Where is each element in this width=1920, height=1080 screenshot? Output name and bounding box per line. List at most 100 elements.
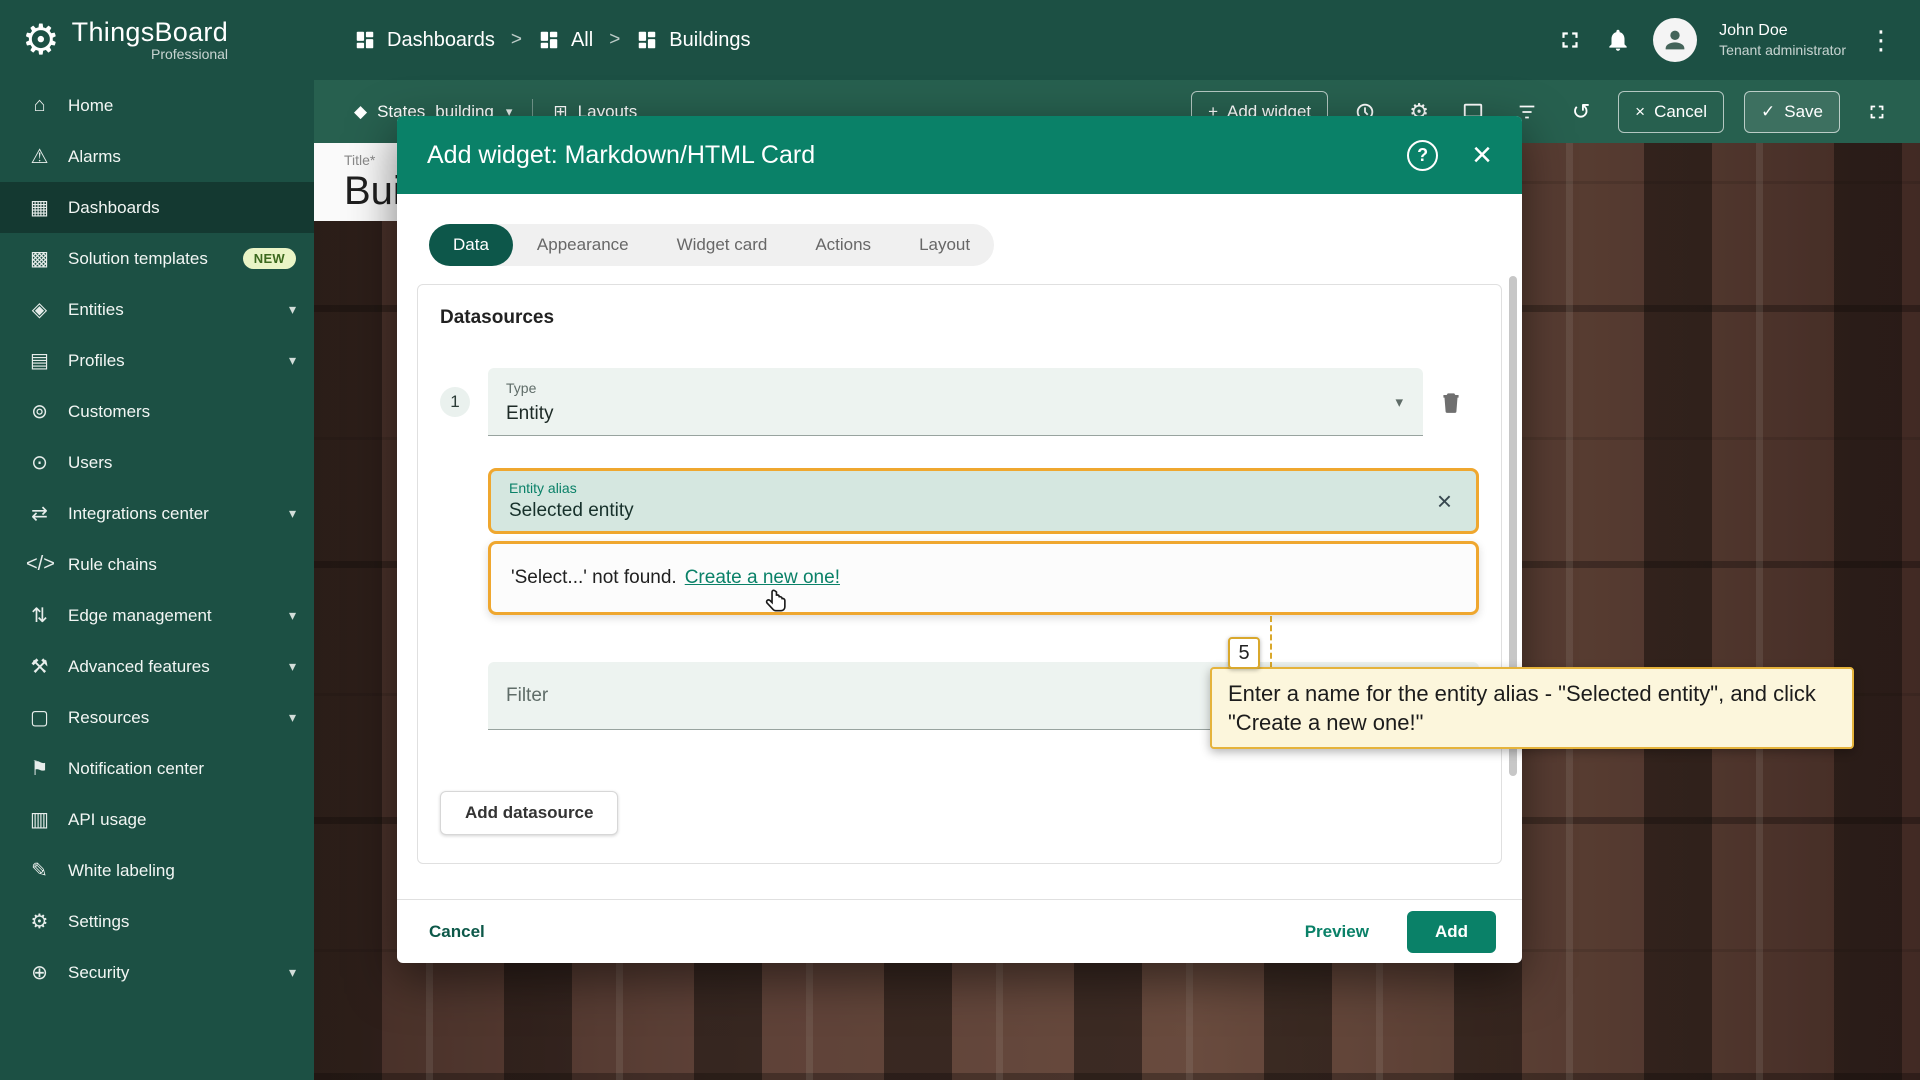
states-icon: ◆ xyxy=(354,102,367,122)
notifications-button[interactable] xyxy=(1605,27,1631,53)
filter-placeholder: Filter xyxy=(506,685,548,707)
sidebar-item-profiles[interactable]: ▤ Profiles ▾ xyxy=(0,335,314,386)
solution-templates-icon: ▩ xyxy=(26,246,53,271)
breadcrumb-buildings[interactable]: Buildings xyxy=(636,29,750,52)
tab-data[interactable]: Data xyxy=(429,224,513,266)
type-field-value: Entity xyxy=(506,403,1405,425)
dialog-tabs: Data Appearance Widget card Actions Layo… xyxy=(429,224,994,266)
help-icon: ? xyxy=(1417,145,1428,166)
close-icon: × xyxy=(1635,102,1645,122)
sidebar-item-label: Users xyxy=(68,453,296,473)
dialog-body: Data Appearance Widget card Actions Layo… xyxy=(397,194,1522,899)
sidebar-item-label: Solution templates xyxy=(68,249,228,269)
fullscreen-icon xyxy=(1557,27,1583,53)
user-avatar-icon xyxy=(1661,26,1689,54)
avatar[interactable] xyxy=(1653,18,1697,62)
sidebar-item-white-labeling[interactable]: ✎ White labeling xyxy=(0,845,314,896)
sidebar-item-security[interactable]: ⊕ Security ▾ xyxy=(0,947,314,998)
clear-alias-button[interactable]: × xyxy=(1431,487,1458,515)
entity-alias-value: Selected entity xyxy=(509,500,1458,522)
header-actions: John Doe Tenant administrator ⋮ xyxy=(1557,18,1894,62)
chevron-down-icon: ▾ xyxy=(289,658,296,675)
preview-button[interactable]: Preview xyxy=(1299,921,1375,943)
new-badge: NEW xyxy=(243,248,296,269)
delete-datasource-button[interactable] xyxy=(1423,388,1479,416)
sidebar-item-api-usage[interactable]: ▥ API usage xyxy=(0,794,314,845)
cancel-label: Cancel xyxy=(1654,102,1707,122)
sidebar-item-settings[interactable]: ⚙ Settings xyxy=(0,896,314,947)
brand-text: ThingsBoard Professional xyxy=(72,18,228,62)
sidebar-item-label: White labeling xyxy=(68,861,296,881)
thingsboard-logo[interactable]: ⚙ ThingsBoard Professional xyxy=(0,0,314,80)
sidebar-item-solution-templates[interactable]: ▩ Solution templates NEW xyxy=(0,233,314,284)
type-field-label: Type xyxy=(506,380,1405,396)
save-button[interactable]: ✓ Save xyxy=(1744,91,1840,133)
fullscreen-button[interactable] xyxy=(1557,27,1583,53)
breadcrumb-dashboards[interactable]: Dashboards xyxy=(354,29,495,52)
save-label: Save xyxy=(1784,102,1823,122)
clear-icon: × xyxy=(1437,486,1452,516)
sidebar-item-label: Home xyxy=(68,96,296,116)
users-icon: ⊙ xyxy=(26,450,53,475)
entity-alias-input[interactable]: Entity alias Selected entity × xyxy=(488,468,1479,534)
tour-step-badge: 5 xyxy=(1228,637,1260,669)
sidebar-item-advanced-features[interactable]: ⚒ Advanced features ▾ xyxy=(0,641,314,692)
history-icon: ↺ xyxy=(1572,99,1590,125)
close-dialog-button[interactable]: × xyxy=(1472,138,1492,172)
entity-alias-label: Entity alias xyxy=(509,480,1458,496)
trash-icon xyxy=(1438,389,1464,415)
sidebar-item-label: Rule chains xyxy=(68,555,296,575)
breadcrumb-separator: > xyxy=(511,29,522,51)
tab-layout[interactable]: Layout xyxy=(895,224,994,266)
cancel-edit-button[interactable]: × Cancel xyxy=(1618,91,1724,133)
help-button[interactable]: ? xyxy=(1407,140,1438,171)
entity-alias-highlight: Entity alias Selected entity × 'Select..… xyxy=(488,468,1479,615)
customers-icon: ⊚ xyxy=(26,399,53,424)
sidebar-item-notification-center[interactable]: ⚑ Notification center xyxy=(0,743,314,794)
datasource-type-select[interactable]: Type Entity ▾ xyxy=(488,368,1423,436)
fullscreen-icon xyxy=(1866,100,1888,124)
dashboard-group-icon xyxy=(538,29,560,51)
sidebar-item-home[interactable]: ⌂ Home xyxy=(0,80,314,131)
sidebar-item-rule-chains[interactable]: </> Rule chains xyxy=(0,539,314,590)
sidebar-item-integrations-center[interactable]: ⇄ Integrations center ▾ xyxy=(0,488,314,539)
breadcrumb-all[interactable]: All xyxy=(538,29,593,52)
security-icon: ⊕ xyxy=(26,960,53,985)
white-labeling-icon: ✎ xyxy=(26,858,53,883)
dialog-add-button[interactable]: Add xyxy=(1407,911,1496,953)
add-datasource-button[interactable]: Add datasource xyxy=(440,791,618,835)
sidebar-item-label: API usage xyxy=(68,810,296,830)
sidebar-item-label: Profiles xyxy=(68,351,274,371)
sidebar-item-edge-management[interactable]: ⇅ Edge management ▾ xyxy=(0,590,314,641)
sidebar-item-resources[interactable]: ▢ Resources ▾ xyxy=(0,692,314,743)
breadcrumb-label: Buildings xyxy=(669,29,750,52)
dialog-header: Add widget: Markdown/HTML Card ? × xyxy=(397,116,1522,194)
create-new-alias-link[interactable]: Create a new one! xyxy=(685,567,840,589)
tab-actions[interactable]: Actions xyxy=(791,224,895,266)
user-menu[interactable]: John Doe Tenant administrator xyxy=(1719,21,1846,59)
sidebar-item-alarms[interactable]: ⚠ Alarms xyxy=(0,131,314,182)
chevron-down-icon: ▾ xyxy=(289,607,296,624)
tour-tooltip: Enter a name for the entity alias - "Sel… xyxy=(1210,667,1854,749)
sidebar-item-customers[interactable]: ⊚ Customers xyxy=(0,386,314,437)
resources-icon: ▢ xyxy=(26,705,53,730)
close-icon: × xyxy=(1472,136,1492,174)
notification-center-icon: ⚑ xyxy=(26,756,53,781)
sidebar-item-dashboards[interactable]: ▦ Dashboards xyxy=(0,182,314,233)
sidebar-item-label: Resources xyxy=(68,708,274,728)
toolbar-fullscreen-button[interactable] xyxy=(1860,95,1894,129)
thingsboard-logo-icon: ⚙ xyxy=(22,19,60,61)
version-history-button[interactable]: ↺ xyxy=(1564,95,1598,129)
more-options-button[interactable]: ⋮ xyxy=(1868,25,1894,56)
sidebar-item-entities[interactable]: ◈ Entities ▾ xyxy=(0,284,314,335)
dialog-header-actions: ? × xyxy=(1407,138,1492,172)
sidebar-item-label: Integrations center xyxy=(68,504,274,524)
sidebar-item-users[interactable]: ⊙ Users xyxy=(0,437,314,488)
datasources-section-title: Datasources xyxy=(440,307,1479,329)
sidebar-item-label: Notification center xyxy=(68,759,296,779)
tab-widget-card[interactable]: Widget card xyxy=(653,224,792,266)
dialog-cancel-button[interactable]: Cancel xyxy=(423,921,491,943)
sidebar: ⚙ ThingsBoard Professional ⌂ Home ⚠ Alar… xyxy=(0,0,314,1080)
tab-appearance[interactable]: Appearance xyxy=(513,224,653,266)
sidebar-item-label: Edge management xyxy=(68,606,274,626)
